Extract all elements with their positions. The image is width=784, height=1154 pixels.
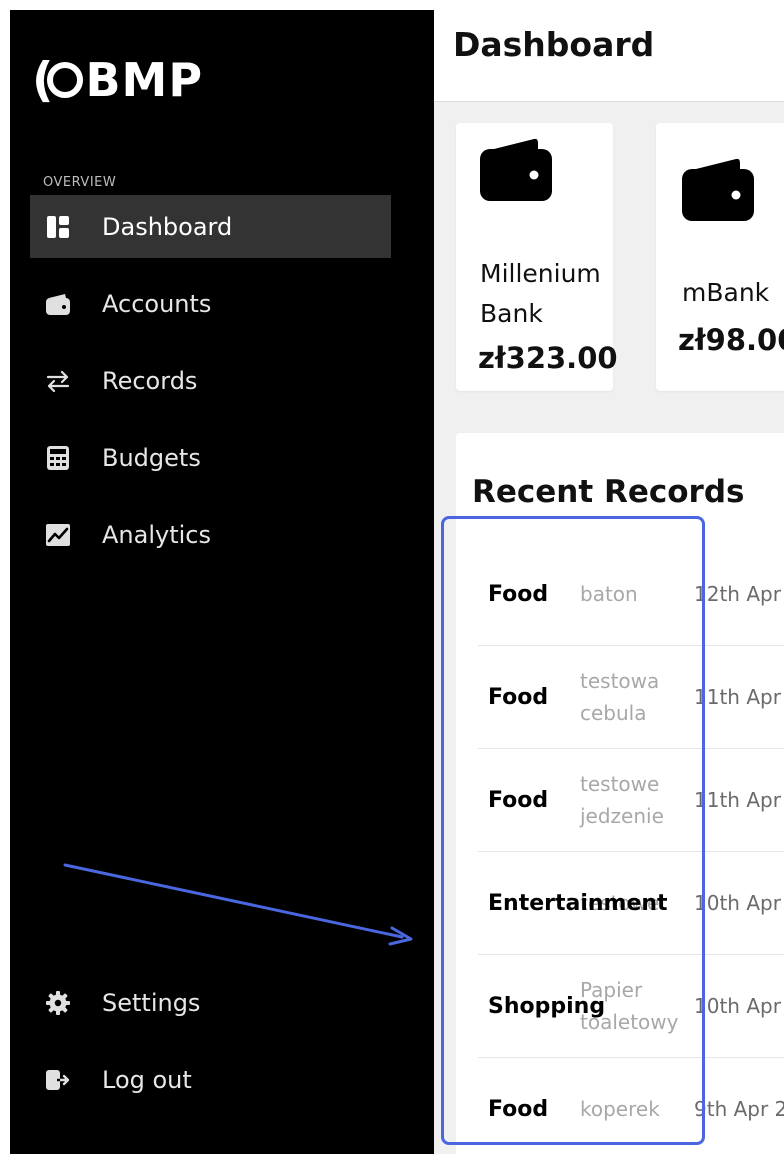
record-date: 11th Apr 24 bbox=[694, 685, 784, 709]
chart-line-icon bbox=[45, 522, 71, 548]
recent-records-title: Recent Records bbox=[472, 474, 745, 510]
main-content: Dashboard Millenium Bank zł323.00 mBank … bbox=[434, 0, 784, 1154]
record-description: testowe jedzenie bbox=[580, 772, 664, 828]
record-date: 10th Apr 24 bbox=[694, 891, 784, 915]
record-category: Entertainment bbox=[488, 890, 668, 916]
sidebar-item-budgets[interactable]: Budgets bbox=[30, 426, 391, 489]
table-row[interactable]: Entertainment testowe 10th Apr 24 bbox=[478, 852, 784, 955]
table-row[interactable]: Food baton 12th Apr 24 bbox=[478, 543, 784, 646]
table-row[interactable]: Food testowa cebula 11th Apr 24 bbox=[478, 646, 784, 749]
record-description: baton bbox=[580, 582, 638, 606]
wallet-icon bbox=[45, 291, 71, 317]
logo-ring-icon bbox=[47, 62, 84, 98]
table-row[interactable]: Shopping Papier toaletowy 10th Apr 24 bbox=[478, 955, 784, 1058]
record-description: koperek bbox=[580, 1097, 660, 1121]
account-name: mBank bbox=[682, 278, 770, 307]
gear-icon bbox=[45, 990, 71, 1016]
account-balance: zł323.00 bbox=[478, 341, 618, 375]
record-date: 10th Apr 24 bbox=[694, 994, 784, 1018]
account-card-millenium[interactable]: Millenium Bank zł323.00 bbox=[456, 123, 618, 391]
page-title: Dashboard bbox=[453, 25, 655, 64]
table-row[interactable]: Food testowe jedzenie 11th Apr 24 bbox=[478, 749, 784, 852]
record-description: testowa cebula bbox=[580, 669, 660, 725]
sidebar-item-dashboard[interactable]: Dashboard bbox=[30, 195, 391, 258]
record-category: Shopping bbox=[488, 993, 606, 1019]
sidebar-item-logout[interactable]: Log out bbox=[30, 1048, 391, 1111]
sidebar-item-label: Budgets bbox=[102, 443, 201, 472]
top-bar: Dashboard bbox=[434, 0, 784, 102]
section-label-overview: OVERVIEW bbox=[43, 175, 117, 190]
sidebar-item-label: Settings bbox=[102, 988, 201, 1017]
account-balance: zł98.00 bbox=[678, 323, 784, 357]
record-category: Food bbox=[488, 684, 549, 710]
logout-icon bbox=[45, 1067, 71, 1093]
sidebar-item-label: Dashboard bbox=[102, 212, 233, 241]
sidebar-item-label: Accounts bbox=[102, 289, 212, 318]
account-card-mbank[interactable]: mBank zł98.00 bbox=[656, 123, 784, 391]
sidebar-item-label: Analytics bbox=[102, 520, 211, 549]
record-date: 11th Apr 24 bbox=[694, 788, 784, 812]
sidebar-item-accounts[interactable]: Accounts bbox=[30, 272, 391, 335]
sidebar-item-analytics[interactable]: Analytics bbox=[30, 503, 391, 566]
table-row[interactable]: Food koperek 9th Apr 24 bbox=[478, 1058, 784, 1154]
sidebar-item-label: Log out bbox=[102, 1065, 192, 1094]
wallet-icon bbox=[480, 137, 552, 205]
account-name: Millenium Bank bbox=[480, 259, 601, 328]
record-date: 12th Apr 24 bbox=[694, 582, 784, 606]
wallet-icon bbox=[682, 157, 754, 225]
record-category: Food bbox=[488, 581, 549, 607]
calculator-icon bbox=[45, 445, 71, 471]
sidebar-item-settings[interactable]: Settings bbox=[30, 971, 391, 1034]
logo-text: BMP bbox=[85, 53, 204, 107]
record-date: 9th Apr 24 bbox=[694, 1097, 784, 1121]
sidebar-item-label: Records bbox=[102, 366, 198, 395]
dashboard-icon bbox=[45, 214, 71, 240]
logo[interactable]: ( BMP bbox=[32, 52, 203, 108]
record-category: Food bbox=[488, 787, 549, 813]
arrows-exchange-icon bbox=[45, 368, 71, 394]
sidebar: ( BMP OVERVIEW Dashboard Accounts Record… bbox=[10, 10, 434, 1154]
sidebar-item-records[interactable]: Records bbox=[30, 349, 391, 412]
record-category: Food bbox=[488, 1096, 549, 1122]
